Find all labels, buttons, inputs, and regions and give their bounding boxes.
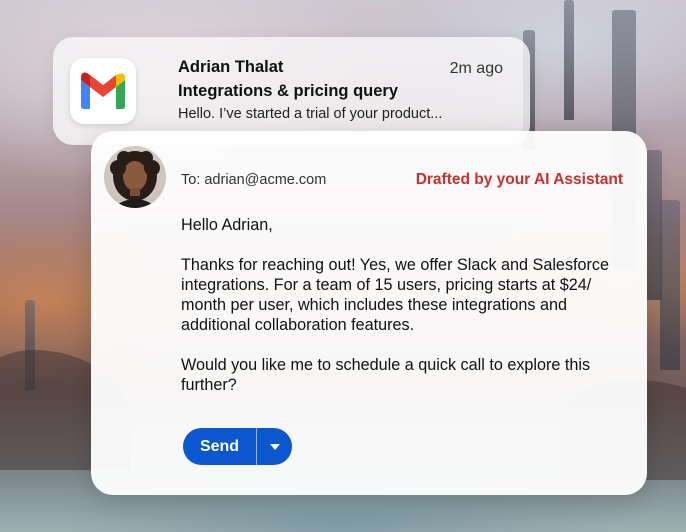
ai-draft-badge: Drafted by your AI Assistant xyxy=(415,171,623,188)
notification-time: 2m ago xyxy=(449,60,503,77)
send-button-group: Send xyxy=(183,428,292,465)
body-paragraph: Thanks for reaching out! Yes, we offer S… xyxy=(181,256,610,334)
notification-sender: Adrian Thalat xyxy=(178,58,284,76)
recipient-line: To: adrian@acme.com xyxy=(181,172,327,188)
caret-down-icon xyxy=(269,443,280,450)
gmail-icon xyxy=(70,58,136,124)
notification-preview: Hello. I’ve started a trial of your prod… xyxy=(178,106,443,122)
body-paragraph: Would you like me to schedule a quick ca… xyxy=(181,356,591,394)
avatar xyxy=(104,146,166,208)
notification-subject: Integrations & pricing query xyxy=(178,82,399,100)
send-options-button[interactable] xyxy=(257,428,292,465)
email-notification[interactable]: Adrian Thalat 2m ago Integrations & pric… xyxy=(53,37,530,145)
greeting: Hello Adrian, xyxy=(181,216,273,234)
send-button[interactable]: Send xyxy=(183,428,256,465)
draft-body[interactable]: Hello Adrian, Thanks for reaching out! Y… xyxy=(181,215,631,415)
draft-reply-card: To: adrian@acme.com Drafted by your AI A… xyxy=(91,131,647,495)
